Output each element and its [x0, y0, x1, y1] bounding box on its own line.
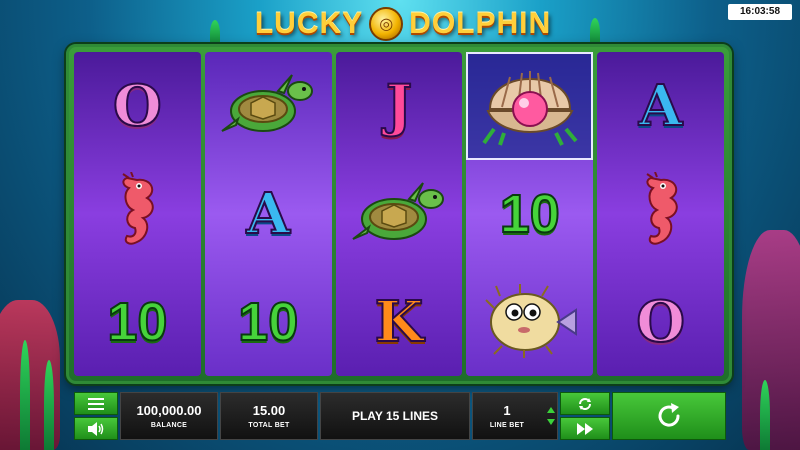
reel-4: 10: [466, 52, 594, 376]
reel-cell: [205, 52, 332, 160]
coral-right: [742, 230, 800, 450]
symbol-ten: 10: [237, 291, 299, 353]
total-bet-panel: 15.00 TOTAL BET: [220, 392, 318, 440]
seahorse-icon: [107, 171, 167, 257]
speaker-icon: [88, 421, 104, 436]
reel-cell: [466, 52, 594, 160]
pufferfish-icon: [480, 280, 580, 365]
total-bet-label: TOTAL BET: [248, 422, 290, 429]
seahorse-icon: [631, 171, 691, 257]
symbol-o: O: [112, 72, 163, 140]
game-logo: LUCKY ◎ DOLPHIN: [228, 2, 578, 46]
hamburger-icon: [88, 397, 104, 410]
reel-cell: [336, 160, 463, 268]
logo-word-dolphin: DOLPHIN: [409, 7, 552, 40]
line-bet-down-icon[interactable]: [547, 419, 555, 425]
control-bar: 100,000.00 BALANCE 15.00 TOTAL BET PLAY …: [74, 392, 726, 440]
symbol-ten: 10: [499, 183, 561, 245]
spin-icon: [658, 403, 680, 427]
menu-sound-stack: [74, 392, 118, 440]
total-bet-value: 15.00: [252, 403, 286, 418]
reel-cell: [74, 160, 201, 268]
play-lines-button[interactable]: PLAY 15 LINES: [320, 392, 470, 440]
autoplay-turbo-stack: [560, 392, 610, 440]
reel-3: JK: [335, 52, 463, 376]
reel-cell: A: [597, 52, 724, 160]
seaweed-right: [760, 380, 770, 450]
symbol-a: A: [638, 72, 683, 140]
symbol-ten: 10: [106, 291, 168, 353]
reel-2: A 10: [204, 52, 332, 376]
reel-cell: K: [336, 268, 463, 376]
play-lines-label: PLAY 15 LINES: [351, 409, 439, 423]
reel-cell: [597, 160, 724, 268]
line-bet-panel: 1 LINE BET: [472, 392, 558, 440]
logo-word-lucky: LUCKY: [254, 7, 364, 40]
dolphin-medal-icon: ◎: [369, 7, 404, 41]
turtle-icon: [349, 177, 449, 252]
reel-cell: [466, 268, 593, 376]
reel-cell: J: [336, 52, 463, 160]
symbol-k: K: [374, 288, 425, 356]
pearl-clam-icon: [480, 59, 580, 154]
reel-1: O 10: [74, 52, 201, 376]
symbol-o: O: [635, 288, 686, 356]
reel-cell: 10: [74, 268, 201, 376]
reel-cell: 10: [466, 160, 593, 268]
line-bet-readout: 1 LINE BET: [473, 403, 541, 429]
line-bet-up-icon[interactable]: [547, 407, 555, 413]
seaweed-left-2: [44, 360, 54, 450]
fast-forward-icon: [577, 422, 593, 435]
balance-value: 100,000.00: [136, 403, 202, 418]
reel-cell: O: [597, 268, 724, 376]
menu-button[interactable]: [74, 392, 118, 415]
reel-cell: O: [74, 52, 201, 160]
reel-cell: A: [205, 160, 332, 268]
clock: 16:03:58: [728, 4, 792, 20]
sound-button[interactable]: [74, 417, 118, 440]
line-bet-value: 1: [503, 403, 511, 418]
line-bet-arrows: [547, 407, 557, 425]
turbo-button[interactable]: [560, 417, 610, 440]
reel-5: AO: [597, 52, 724, 376]
symbol-a: A: [245, 180, 290, 248]
balance-panel: 100,000.00 BALANCE: [120, 392, 218, 440]
spin-button[interactable]: [612, 392, 726, 440]
symbol-j: J: [385, 72, 413, 140]
autoplay-icon: [579, 397, 591, 410]
balance-label: BALANCE: [150, 422, 188, 429]
turtle-icon: [218, 69, 318, 144]
seaweed-left: [20, 340, 30, 450]
reels-grid: O 10 A 10 J K 10 A O: [74, 52, 724, 376]
autoplay-button[interactable]: [560, 392, 610, 415]
line-bet-label: LINE BET: [489, 422, 525, 429]
reel-cell: 10: [205, 268, 332, 376]
